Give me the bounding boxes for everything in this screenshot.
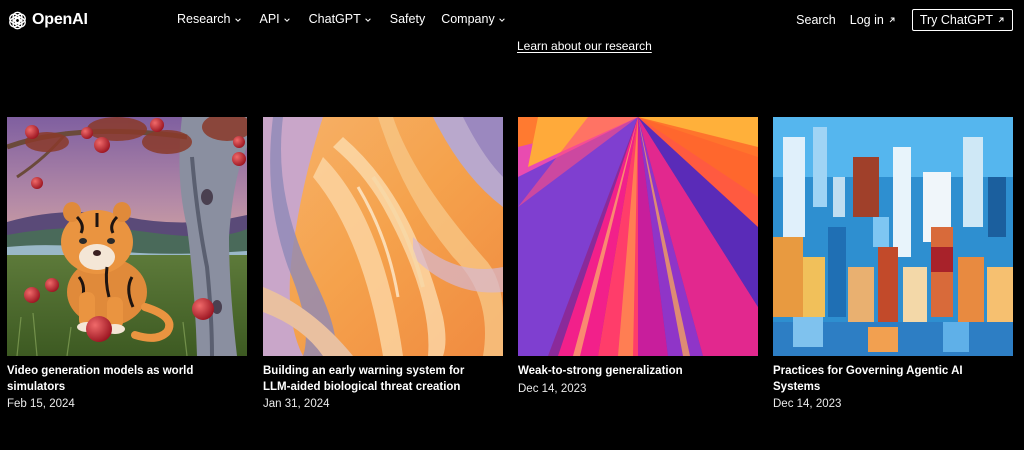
header-actions: Search Log in Try ChatGPT bbox=[796, 9, 1013, 31]
nav-item-label: Research bbox=[177, 12, 231, 26]
research-card[interactable]: Practices for Governing Agentic AI Syste… bbox=[773, 117, 1013, 412]
arrow-up-right-icon bbox=[889, 17, 895, 23]
search-link[interactable]: Search bbox=[796, 13, 836, 27]
openai-logo[interactable]: OpenAI bbox=[7, 9, 88, 31]
research-card[interactable]: Weak-to-strong generalization Dec 14, 20… bbox=[518, 117, 758, 397]
magenta-orange-rays-abstract bbox=[518, 117, 758, 356]
chevron-down-icon bbox=[498, 17, 505, 22]
card-title: Weak-to-strong generalization bbox=[518, 365, 683, 377]
card-thumbnail-rays[interactable] bbox=[518, 117, 758, 356]
arrow-up-right-icon bbox=[998, 17, 1004, 23]
login-link[interactable]: Log in bbox=[850, 13, 896, 27]
card-thumbnail-brushstrokes[interactable] bbox=[773, 117, 1013, 356]
openai-logo-icon bbox=[9, 11, 26, 29]
login-label: Log in bbox=[849, 13, 884, 27]
card-date: Dec 14, 2023 bbox=[518, 382, 587, 395]
nav-item-label: ChatGPT bbox=[308, 12, 361, 26]
card-thumbnail-swirl[interactable] bbox=[263, 117, 503, 356]
chevron-down-icon bbox=[234, 17, 241, 22]
research-card[interactable]: Video generation models as world simulat… bbox=[7, 117, 247, 412]
main-nav: Research API ChatGPT Safety Company bbox=[177, 12, 506, 26]
research-card[interactable]: Building an early warning system for LLM… bbox=[263, 117, 503, 412]
try-chatgpt-button[interactable]: Try ChatGPT bbox=[911, 9, 1013, 31]
card-thumbnail-tiger[interactable] bbox=[7, 117, 247, 356]
card-date: Feb 15, 2024 bbox=[7, 398, 75, 410]
nav-item-api[interactable]: API bbox=[260, 12, 291, 26]
blue-orange-brushstroke-abstract bbox=[773, 117, 1013, 356]
nav-item-label: API bbox=[259, 12, 280, 26]
card-title: Practices for Governing Agentic AI Syste… bbox=[773, 365, 963, 393]
learn-about-research-link[interactable]: Learn about our research bbox=[517, 39, 652, 53]
chevron-down-icon bbox=[283, 17, 290, 22]
orange-lavender-swirl-abstract bbox=[263, 117, 503, 356]
tiger-cub-apple-tree-painting bbox=[7, 117, 247, 356]
nav-item-company[interactable]: Company bbox=[441, 12, 506, 26]
card-title: Video generation models as world simulat… bbox=[7, 365, 194, 393]
card-date: Jan 31, 2024 bbox=[263, 398, 330, 410]
nav-item-safety[interactable]: Safety bbox=[390, 12, 425, 26]
card-date: Dec 14, 2023 bbox=[773, 398, 842, 410]
nav-item-label: Company bbox=[441, 12, 495, 26]
chevron-down-icon bbox=[364, 17, 371, 22]
logo-wordmark: OpenAI bbox=[32, 11, 88, 28]
nav-item-research[interactable]: Research bbox=[177, 12, 242, 26]
nav-item-chatgpt[interactable]: ChatGPT bbox=[309, 12, 372, 26]
nav-item-label: Safety bbox=[389, 12, 426, 26]
card-title: Building an early warning system for LLM… bbox=[263, 365, 465, 393]
top-navigation-bar: OpenAI Research API ChatGPT Safety Compa… bbox=[0, 0, 1024, 40]
try-chatgpt-label: Try ChatGPT bbox=[919, 13, 993, 27]
